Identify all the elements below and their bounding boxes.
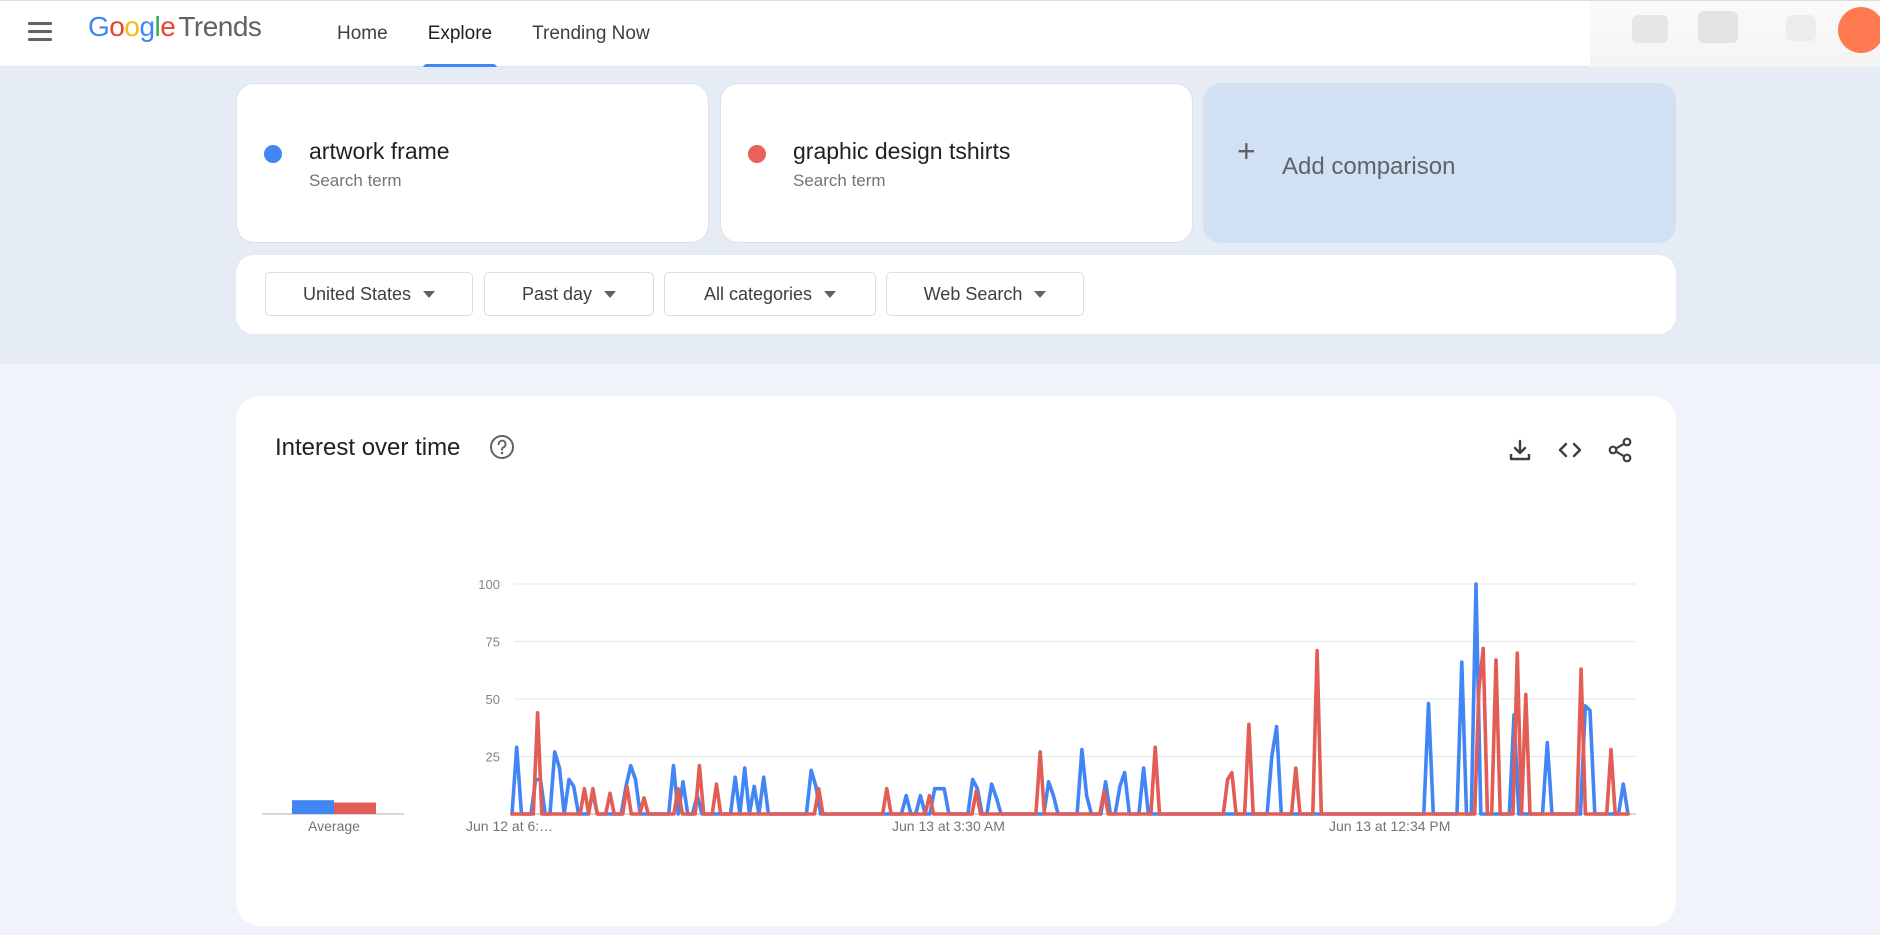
google-trends-logo[interactable]: Google Trends xyxy=(88,11,262,43)
average-label: Average xyxy=(308,818,360,834)
search-type-value: Web Search xyxy=(923,283,1023,304)
caret-down-icon xyxy=(1034,290,1047,298)
logo-product-name: Trends xyxy=(178,11,262,42)
blurred-icon[interactable] xyxy=(1786,15,1816,41)
main-nav: Home Explore Trending Now xyxy=(326,1,679,68)
term-card-graphic-design-tshirts[interactable]: graphic design tshirts Search term xyxy=(720,83,1193,243)
term-name: artwork frame xyxy=(309,138,450,164)
y-tick-label: 50 xyxy=(486,692,500,707)
caret-down-icon xyxy=(824,290,837,298)
hamburger-menu-icon[interactable] xyxy=(24,16,56,48)
series-color-dot xyxy=(748,145,766,163)
caret-down-icon xyxy=(604,290,617,298)
interest-over-time-card: Interest over time 25 50 75 100 Average Jun 1… xyxy=(236,396,1676,926)
region-dropdown[interactable]: United States xyxy=(265,272,473,316)
tab-home[interactable]: Home xyxy=(326,1,399,67)
category-value: All categories xyxy=(703,283,813,304)
x-tick-label: Jun 12 at 6:… xyxy=(466,818,553,834)
tab-trending-now[interactable]: Trending Now xyxy=(521,1,661,67)
add-comparison-label: Add comparison xyxy=(1282,153,1456,180)
y-tick-label: 25 xyxy=(486,750,500,765)
search-type-dropdown[interactable]: Web Search xyxy=(886,272,1084,316)
add-comparison-button[interactable]: + Add comparison xyxy=(1203,83,1676,243)
blurred-icon[interactable] xyxy=(1632,15,1668,43)
term-type: Search term xyxy=(793,171,886,190)
filter-bar: United States Past day All categories We… xyxy=(236,255,1676,334)
series-color-dot xyxy=(264,145,282,163)
term-name: graphic design tshirts xyxy=(793,138,1011,164)
logo-letter: G xyxy=(88,11,110,42)
blurred-icon[interactable] xyxy=(1698,11,1738,43)
plus-icon: + xyxy=(1237,133,1256,169)
top-app-bar: Google Trends Home Explore Trending Now xyxy=(0,0,1880,78)
average-bar xyxy=(334,802,376,814)
logo-letter: g xyxy=(139,11,155,42)
term-card-artwork-frame[interactable]: artwork frame Search term xyxy=(236,83,709,243)
logo-letter: e xyxy=(160,11,176,42)
x-tick-label: Jun 13 at 3:30 AM xyxy=(892,818,1005,834)
caret-down-icon xyxy=(423,290,436,298)
term-type: Search term xyxy=(309,171,402,190)
time-range-dropdown[interactable]: Past day xyxy=(484,272,654,316)
time-range-value: Past day xyxy=(521,283,593,304)
tab-explore[interactable]: Explore xyxy=(417,1,503,68)
y-tick-label: 75 xyxy=(486,635,500,650)
y-tick-label: 100 xyxy=(478,577,500,592)
logo-letter: o xyxy=(124,11,140,42)
logo-letter: o xyxy=(109,11,125,42)
x-tick-label: Jun 13 at 12:34 PM xyxy=(1329,818,1450,834)
region-value: United States xyxy=(302,283,412,304)
average-bar xyxy=(292,800,334,814)
avatar[interactable] xyxy=(1838,7,1880,53)
category-dropdown[interactable]: All categories xyxy=(664,272,876,316)
interest-chart: 25 50 75 100 Average Jun 12 at 6:… Jun 13 at 3… xyxy=(262,577,1636,834)
